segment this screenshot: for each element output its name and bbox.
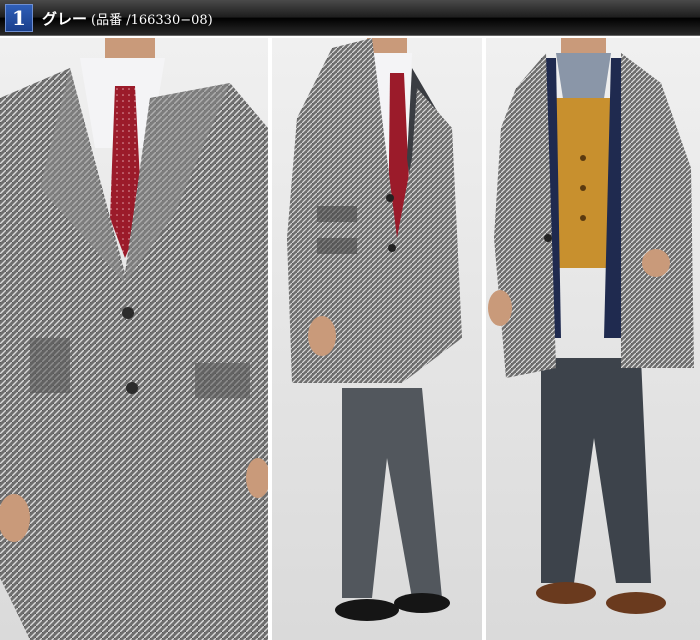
vest-button [580,215,586,221]
photo-side-view [272,38,482,640]
coat-side-illustration [287,38,462,621]
trousers [342,388,442,598]
photo-front-open [486,38,700,640]
trousers [541,358,651,583]
coat-left [494,53,556,378]
right-shoe [606,592,666,614]
pocket-flap [317,238,357,254]
product-title: グレー (品番 /166330−08) [42,8,213,29]
left-shoe [335,599,399,621]
vest-button [580,155,586,161]
coat-button [544,234,552,242]
coat-button [388,244,396,252]
number-badge: 1 [5,4,33,32]
product-code: (品番 /166330−08) [91,13,213,28]
coat-button [126,382,138,394]
color-name: グレー [42,10,88,28]
left-pocket-flap [30,338,70,393]
left-shoe [536,582,596,604]
right-pocket-flap [195,363,250,398]
vest-button [580,185,586,191]
left-hand [488,290,512,326]
hand [308,316,336,356]
right-shoe [394,593,450,613]
coat-button [386,194,394,202]
photo-closeup-front [0,38,268,640]
coat-open-illustration [488,38,694,614]
right-hand [642,249,670,277]
pocket-flap [317,206,357,222]
coat-closeup-illustration [0,38,268,640]
coat-right [621,53,694,368]
coat-button [122,307,134,319]
header-bar: 1 グレー (品番 /166330−08) [0,0,700,36]
